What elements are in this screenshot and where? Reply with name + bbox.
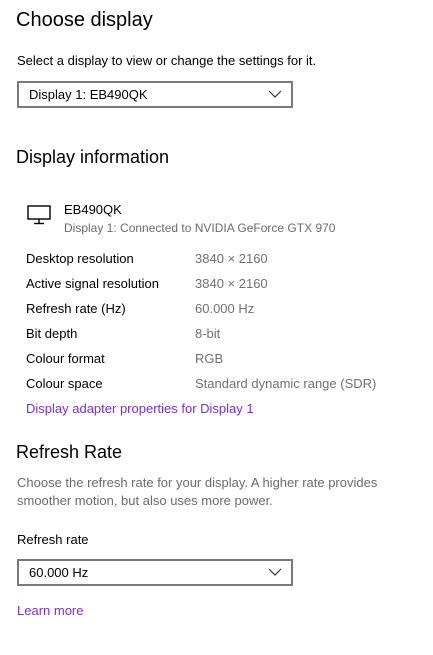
refresh-rate-field-label: Refresh rate: [17, 532, 89, 547]
info-label: Colour format: [26, 351, 105, 366]
info-label: Desktop resolution: [26, 251, 134, 266]
info-row-desktop-resolution: Desktop resolution 3840 × 2160: [26, 250, 426, 275]
display-select-dropdown[interactable]: Display 1: EB490QK: [17, 81, 293, 108]
device-name: EB490QK: [64, 202, 122, 217]
display-info-table: Desktop resolution 3840 × 2160 Active si…: [26, 250, 426, 400]
monitor-icon: [27, 205, 51, 225]
info-label: Refresh rate (Hz): [26, 301, 126, 316]
info-label: Active signal resolution: [26, 276, 159, 291]
choose-display-subtitle: Select a display to view or change the s…: [17, 53, 317, 68]
info-value: Standard dynamic range (SDR): [195, 376, 377, 391]
display-select-value: Display 1: EB490QK: [29, 87, 148, 102]
info-value: 8-bit: [195, 326, 221, 341]
info-value: 3840 × 2160: [195, 276, 268, 291]
info-value: RGB: [195, 351, 224, 366]
device-connection: Display 1: Connected to NVIDIA GeForce G…: [64, 221, 336, 235]
advanced-display-settings-page: Choose display Select a display to view …: [0, 0, 433, 655]
info-row-colour-space: Colour space Standard dynamic range (SDR…: [26, 375, 426, 400]
refresh-rate-heading: Refresh Rate: [16, 442, 123, 462]
info-value: 3840 × 2160: [195, 251, 268, 266]
choose-display-heading: Choose display: [16, 9, 153, 31]
learn-more-link[interactable]: Learn more: [17, 602, 83, 620]
info-label: Colour space: [26, 376, 103, 391]
info-label: Bit depth: [26, 326, 78, 341]
chevron-down-icon: [268, 90, 282, 98]
refresh-rate-value: 60.000 Hz: [29, 565, 89, 580]
display-information-heading: Display information: [16, 147, 170, 167]
info-row-colour-format: Colour format RGB: [26, 350, 426, 375]
info-row-bit-depth: Bit depth 8-bit: [26, 325, 426, 350]
refresh-rate-dropdown[interactable]: 60.000 Hz: [17, 559, 293, 586]
info-row-refresh-rate: Refresh rate (Hz) 60.000 Hz: [26, 300, 426, 325]
display-adapter-properties-link[interactable]: Display adapter properties for Display 1: [26, 400, 254, 418]
refresh-rate-description: Choose the refresh rate for your display…: [17, 475, 378, 508]
info-value: 60.000 Hz: [195, 301, 255, 316]
info-row-active-signal-resolution: Active signal resolution 3840 × 2160: [26, 275, 426, 300]
chevron-down-icon: [268, 568, 282, 576]
